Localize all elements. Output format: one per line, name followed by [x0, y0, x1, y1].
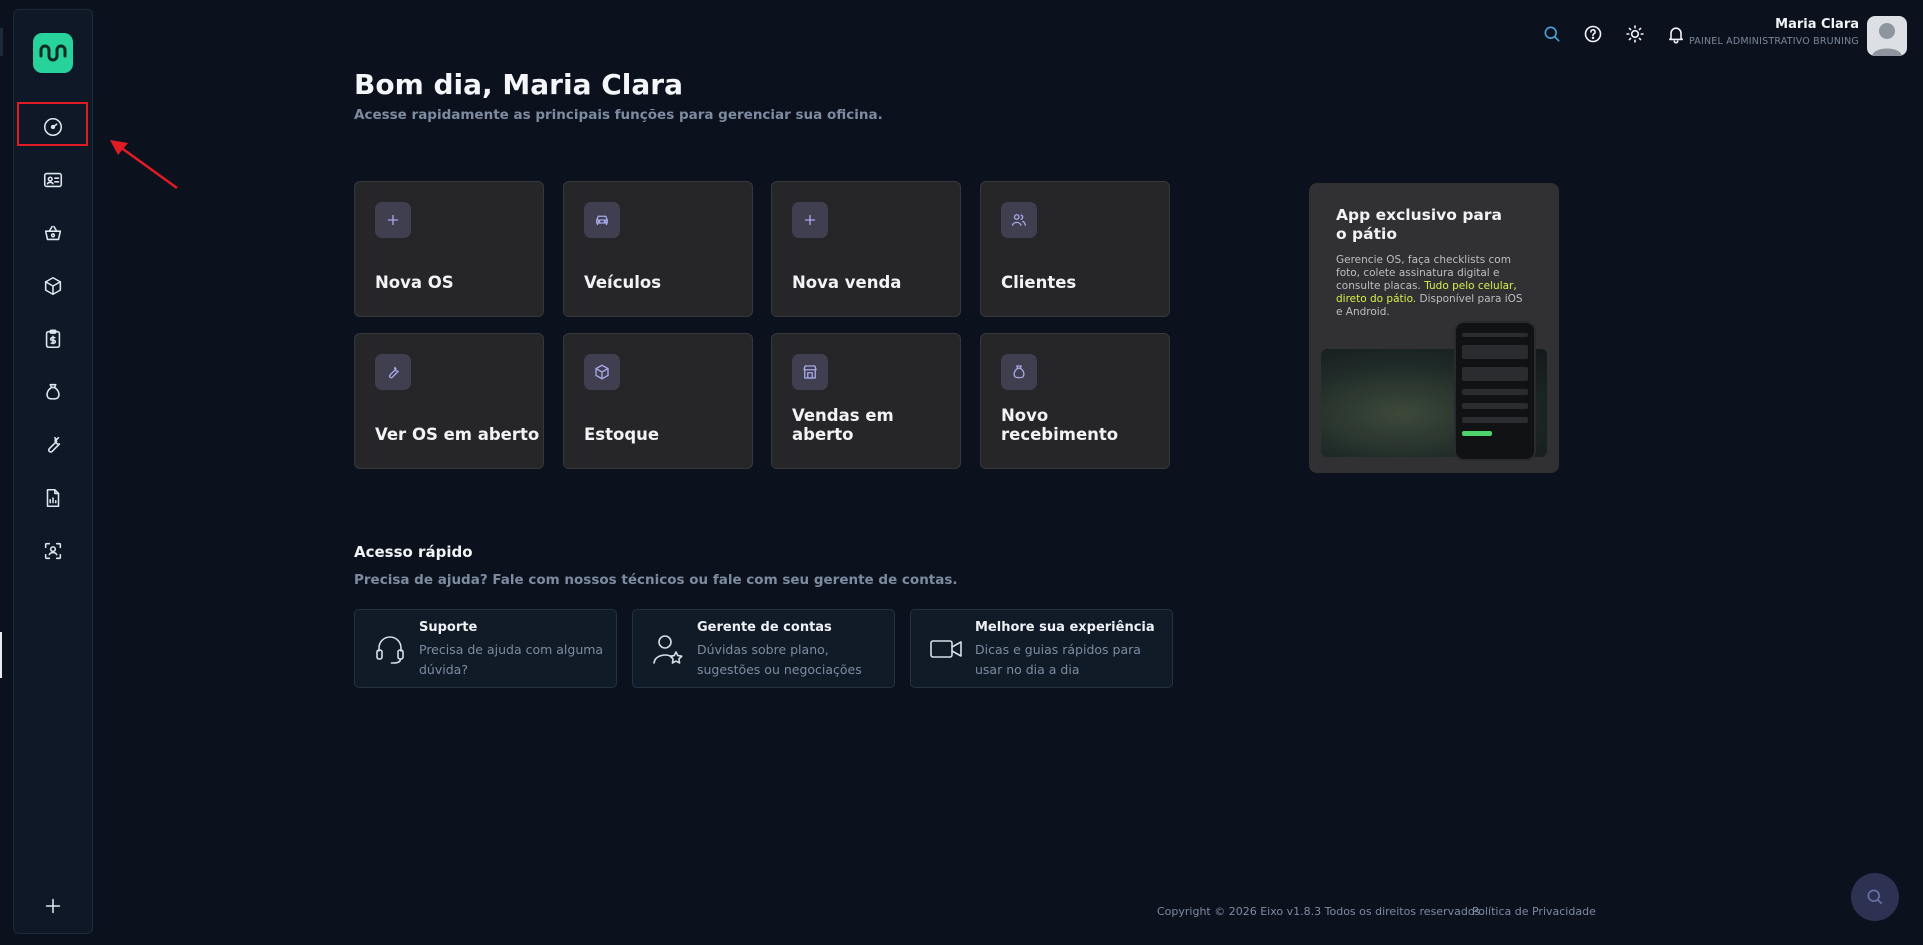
- card-label: Veículos: [584, 273, 662, 292]
- card-label: Novo recebimento: [1001, 406, 1119, 444]
- card-label: Nova venda: [792, 273, 902, 292]
- id-card-icon: [43, 172, 63, 188]
- page-subtitle: Acesse rapidamente as principais funções…: [354, 107, 883, 123]
- sidebar-item-receivables[interactable]: [36, 375, 70, 409]
- scan-user-icon: [44, 542, 62, 560]
- app-logo[interactable]: [33, 33, 73, 73]
- notifications-button[interactable]: [1662, 20, 1690, 48]
- logo-wave-icon: [39, 44, 67, 62]
- wrench-icon: [388, 366, 399, 379]
- money-bag-icon: [46, 383, 60, 400]
- card-estoque[interactable]: Estoque: [563, 333, 753, 469]
- car-icon: [596, 215, 608, 226]
- search-button[interactable]: [1538, 20, 1566, 48]
- sidebar-item-sales[interactable]: [36, 216, 70, 250]
- edge-indicator: [0, 632, 2, 678]
- card-nova-os[interactable]: Nova OS: [354, 181, 544, 317]
- clipboard-dollar-icon: [45, 329, 61, 349]
- sidebar-item-scanner[interactable]: [36, 534, 70, 568]
- user-name: Maria Clara: [1775, 17, 1859, 32]
- card-clientes[interactable]: Clientes: [980, 181, 1170, 317]
- video-icon: [930, 640, 962, 658]
- quick-access-item-title: Melhore sua experiência: [975, 620, 1155, 635]
- wrench-icon: [48, 436, 61, 453]
- user-role: PAINEL ADMINISTRATIVO BRUNING: [1688, 36, 1859, 47]
- quick-access-support[interactable]: Suporte Precisa de ajuda com alguma dúvi…: [354, 609, 617, 688]
- card-label: Estoque: [584, 425, 660, 444]
- headset-icon: [376, 636, 404, 664]
- help-circle-icon: [1584, 25, 1602, 43]
- quick-access-item-title: Suporte: [419, 620, 478, 635]
- card-novo-recebimento[interactable]: Novo recebimento: [980, 333, 1170, 469]
- plus-icon: [804, 214, 816, 226]
- avatar[interactable]: [1867, 16, 1907, 56]
- plus-icon: [45, 898, 61, 914]
- card-label: Clientes: [1001, 273, 1077, 292]
- sidebar-item-services[interactable]: [36, 428, 70, 462]
- sun-icon: [1626, 25, 1644, 43]
- sidebar-item-dashboard[interactable]: [36, 110, 70, 144]
- box-icon: [44, 276, 62, 296]
- card-label: Ver OS em aberto: [375, 425, 540, 444]
- quick-access-subtitle: Precisa de ajuda? Fale com nossos técnic…: [354, 572, 958, 588]
- footer-copyright: Copyright © 2026 Eixo v1.8.3 Todos os di…: [1157, 905, 1484, 918]
- bell-icon: [1668, 27, 1684, 44]
- annotation-arrow-icon: [110, 140, 178, 190]
- card-nova-venda[interactable]: Nova venda: [771, 181, 961, 317]
- theme-toggle-button[interactable]: [1621, 20, 1649, 48]
- floating-search-button[interactable]: [1851, 873, 1899, 921]
- promo-title: App exclusivo para o pátio: [1336, 206, 1502, 243]
- privacy-policy-link[interactable]: Política de Privacidade: [1472, 905, 1596, 918]
- card-ver-os-em-aberto[interactable]: Ver OS em aberto: [354, 333, 544, 469]
- sidebar-item-finance[interactable]: [36, 322, 70, 356]
- basket-icon: [44, 225, 62, 241]
- sidebar-item-reports[interactable]: [36, 481, 70, 515]
- help-button[interactable]: [1579, 20, 1607, 48]
- quick-access-item-desc: Dúvidas sobre plano, sugestões ou negoci…: [697, 642, 862, 677]
- store-icon: [803, 365, 817, 379]
- page-title: Bom dia, Maria Clara: [354, 68, 683, 101]
- sidebar-item-clients[interactable]: [36, 163, 70, 197]
- sidebar-add-button[interactable]: [36, 889, 70, 923]
- phone-mockup: [1454, 321, 1536, 461]
- box-icon: [595, 364, 609, 380]
- edge-indicator: [0, 28, 3, 56]
- app-promo-card[interactable]: App exclusivo para o pátio Gerencie OS, …: [1309, 183, 1559, 473]
- card-vendas-em-aberto[interactable]: Vendas em aberto: [771, 333, 961, 469]
- promo-text: Gerencie OS, faça checklists com foto, c…: [1336, 254, 1531, 319]
- gauge-icon: [43, 117, 63, 137]
- plus-icon: [387, 214, 399, 226]
- report-icon: [46, 488, 60, 508]
- card-label: Vendas em aberto: [792, 406, 894, 444]
- money-bag-icon: [1013, 365, 1025, 379]
- search-icon: [1544, 26, 1560, 42]
- card-label: Nova OS: [375, 273, 454, 292]
- quick-access-item-desc: Dicas e guias rápidos para usar no dia a…: [975, 642, 1141, 677]
- quick-access-experience[interactable]: Melhore sua experiência Dicas e guias rá…: [910, 609, 1173, 688]
- sidebar: [13, 9, 93, 934]
- users-icon: [1011, 214, 1027, 226]
- sidebar-item-stock[interactable]: [36, 269, 70, 303]
- user-avatar-icon: [1872, 23, 1902, 56]
- quick-access-item-title: Gerente de contas: [697, 620, 832, 635]
- quick-access-item-desc: Precisa de ajuda com alguma dúvida?: [419, 642, 604, 677]
- search-icon: [1867, 889, 1883, 905]
- user-star-icon: [653, 635, 683, 664]
- card-veiculos[interactable]: Veículos: [563, 181, 753, 317]
- quick-access-title: Acesso rápido: [354, 543, 473, 561]
- quick-access-account-manager[interactable]: Gerente de contas Dúvidas sobre plano, s…: [632, 609, 895, 688]
